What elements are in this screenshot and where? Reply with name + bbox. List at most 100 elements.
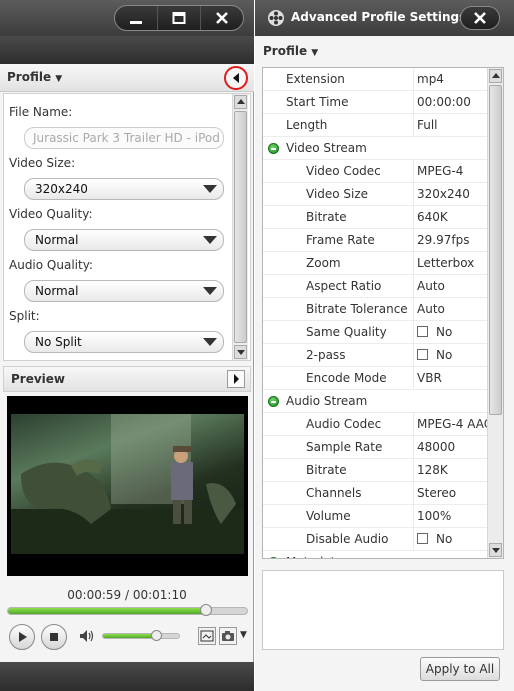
- property-row[interactable]: Bitrate 128K: [263, 459, 489, 482]
- minimize-button[interactable]: [115, 6, 158, 30]
- collapse-group-icon[interactable]: [268, 396, 279, 407]
- property-name: Same Quality: [306, 325, 387, 339]
- preview-header: Preview: [3, 366, 251, 392]
- stop-icon: [50, 633, 58, 641]
- property-name: Bitrate: [306, 463, 347, 477]
- property-value[interactable]: Auto: [417, 279, 489, 293]
- settings-profile-label[interactable]: Profile ▼: [263, 44, 318, 58]
- property-value[interactable]: 29.97fps: [417, 233, 489, 247]
- column-divider: [413, 413, 414, 436]
- property-row[interactable]: Sample Rate 48000: [263, 436, 489, 459]
- volume-handle[interactable]: [151, 630, 163, 641]
- property-row[interactable]: Start Time 00:00:00: [263, 91, 489, 114]
- audio-quality-label: Audio Quality:: [9, 258, 93, 272]
- form-scrollbar[interactable]: [232, 94, 248, 360]
- expand-panel-button[interactable]: [227, 370, 245, 388]
- mute-button[interactable]: [79, 629, 95, 646]
- property-row[interactable]: Channels Stereo: [263, 482, 489, 505]
- split-value: No Split: [35, 335, 82, 349]
- property-value[interactable]: Auto: [417, 302, 489, 316]
- property-value[interactable]: mp4: [417, 72, 489, 86]
- seek-handle[interactable]: [200, 604, 213, 616]
- property-value[interactable]: 128K: [417, 463, 489, 477]
- file-name-field[interactable]: Jurassic Park 3 Trailer HD - iPod: [24, 127, 224, 149]
- play-icon: [19, 632, 27, 642]
- volume-slider[interactable]: [102, 630, 180, 641]
- property-row[interactable]: Length Full: [263, 114, 489, 137]
- stop-button[interactable]: [41, 624, 67, 650]
- scroll-down-button[interactable]: [234, 345, 247, 359]
- snapshot-folder-button[interactable]: [198, 627, 216, 645]
- property-row[interactable]: 2-pass No: [263, 344, 489, 367]
- film-reel-icon: [268, 10, 284, 26]
- property-row[interactable]: Video Codec MPEG-4: [263, 160, 489, 183]
- scroll-thumb[interactable]: [234, 111, 247, 343]
- settings-close-button[interactable]: [460, 6, 500, 30]
- column-divider: [413, 114, 414, 137]
- property-value[interactable]: 320x240: [417, 187, 489, 201]
- property-value[interactable]: Full: [417, 118, 489, 132]
- snapshot-button[interactable]: [219, 627, 237, 645]
- grid-scroll-down-button[interactable]: [489, 543, 502, 557]
- property-value[interactable]: No: [417, 348, 489, 362]
- video-size-select[interactable]: 320x240: [24, 178, 224, 200]
- property-value[interactable]: MPEG-4 AAC: [417, 417, 489, 431]
- property-row[interactable]: Video Size 320x240: [263, 183, 489, 206]
- property-value[interactable]: No: [417, 325, 489, 339]
- video-quality-select[interactable]: Normal: [24, 229, 224, 251]
- property-value[interactable]: MPEG-4: [417, 164, 489, 178]
- collapse-group-icon[interactable]: [268, 557, 279, 558]
- property-name: Start Time: [286, 95, 349, 109]
- property-value[interactable]: Letterbox: [417, 256, 489, 270]
- preview-label: Preview: [11, 372, 66, 386]
- property-group-row[interactable]: Audio Stream: [263, 390, 489, 413]
- checkbox[interactable]: [417, 326, 428, 337]
- property-value[interactable]: 100%: [417, 509, 489, 523]
- checkbox[interactable]: [417, 533, 428, 544]
- property-row[interactable]: Zoom Letterbox: [263, 252, 489, 275]
- property-group-row[interactable]: Metadata: [263, 551, 489, 558]
- apply-to-all-button[interactable]: Apply to All: [420, 657, 500, 681]
- main-bottom-bar: [0, 662, 254, 691]
- close-button[interactable]: [201, 6, 243, 30]
- snapshot-dropdown-icon[interactable]: ▼: [240, 630, 247, 640]
- collapse-group-icon[interactable]: [268, 143, 279, 154]
- property-row[interactable]: Frame Rate 29.97fps: [263, 229, 489, 252]
- window-controls: [114, 5, 244, 31]
- property-row[interactable]: Volume 100%: [263, 505, 489, 528]
- split-select[interactable]: No Split: [24, 331, 224, 353]
- profile-header[interactable]: Profile ▼: [0, 64, 254, 92]
- property-group-row[interactable]: Video Stream: [263, 137, 489, 160]
- checkbox[interactable]: [417, 349, 428, 360]
- scroll-up-icon: [237, 99, 245, 104]
- property-row[interactable]: Extension mp4: [263, 68, 489, 91]
- property-row[interactable]: Disable Audio No: [263, 528, 489, 551]
- property-value[interactable]: VBR: [417, 371, 489, 385]
- property-row[interactable]: Same Quality No: [263, 321, 489, 344]
- checkbox-label: No: [436, 325, 453, 339]
- property-value[interactable]: 00:00:00: [417, 95, 489, 109]
- maximize-button[interactable]: [158, 6, 201, 30]
- property-row[interactable]: Bitrate 640K: [263, 206, 489, 229]
- grid-scroll-thumb[interactable]: [489, 85, 502, 415]
- seek-bar[interactable]: [7, 604, 248, 616]
- property-row[interactable]: Aspect Ratio Auto: [263, 275, 489, 298]
- scroll-up-button[interactable]: [234, 95, 247, 109]
- property-value[interactable]: 48000: [417, 440, 489, 454]
- camera-icon: [222, 631, 234, 641]
- property-grid: Metadata Disable Audio No Volume 100% Channel…: [262, 67, 504, 559]
- column-divider: [413, 367, 414, 390]
- property-row[interactable]: Audio Codec MPEG-4 AAC: [263, 413, 489, 436]
- property-row[interactable]: Bitrate Tolerance Auto: [263, 298, 489, 321]
- collapse-panel-button[interactable]: [224, 66, 248, 90]
- property-row[interactable]: Encode Mode VBR: [263, 367, 489, 390]
- property-value[interactable]: Stereo: [417, 486, 489, 500]
- video-preview[interactable]: [7, 396, 248, 576]
- property-name: Video Size: [306, 187, 369, 201]
- property-value[interactable]: 640K: [417, 210, 489, 224]
- grid-scroll-up-button[interactable]: [489, 69, 502, 83]
- play-button[interactable]: [9, 624, 35, 650]
- grid-scrollbar[interactable]: [487, 68, 503, 558]
- audio-quality-select[interactable]: Normal: [24, 280, 224, 302]
- property-value[interactable]: No: [417, 532, 489, 546]
